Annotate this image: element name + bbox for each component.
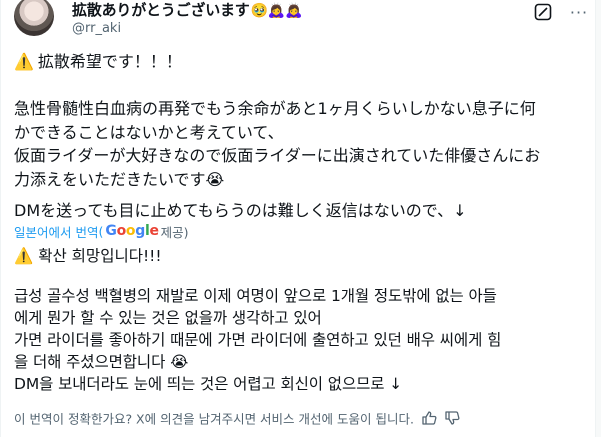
thumbs-up-icon <box>422 411 437 425</box>
feedback-bad-button[interactable] <box>445 411 460 429</box>
feedback-good-button[interactable] <box>422 411 437 429</box>
translated-line: DM을 보내더라도 눈에 띄는 것은 어렵고 회신이 없으므로 ↓ <box>14 375 403 393</box>
more-button[interactable]: ··· <box>567 2 591 22</box>
tweet-body-line: かできることはないかと考えていて、 <box>14 122 284 142</box>
thumbs-down-icon <box>445 411 460 425</box>
translated-body: 급성 골수성 백혈병의 재발로 이제 여명이 앞으로 1개월 정도밖에 없는 아… <box>14 285 592 395</box>
column-border-left <box>0 0 1 437</box>
scrollbar[interactable] <box>596 0 601 437</box>
avatar[interactable] <box>14 0 54 36</box>
translated-line: 급성 골수성 백혈병의 재발로 이제 여명이 앞으로 1개월 정도밖에 없는 아… <box>14 287 497 305</box>
tweet-body: 急性骨髄性白血病の再発でもう余命があと1ヶ月くらいしかない息子に何 かできること… <box>14 97 592 191</box>
tweet-header: 拡散ありがとうございます🥹🙇‍♀️🙇‍♀️ @rr_aki ··· <box>14 0 594 40</box>
translation-attribution: 일본어에서 번역( Google 제공) <box>14 222 189 241</box>
translated-line: 에게 뭔가 할 수 있는 것은 없을까 생각하고 있어 <box>14 309 322 327</box>
more-icon: ··· <box>569 2 589 22</box>
tweet-body-line: 急性骨髄性白血病の再発でもう余命があと1ヶ月くらいしかない息子に何 <box>14 99 536 118</box>
translation-feedback: 이 번역이 정확한가요? X에 의견을 남겨주시면 서비스 개선에 도움이 됩니… <box>14 411 460 429</box>
tweet-dm-line: DMを送っても目に止めてもらうのは難しく返信はないので、↓ <box>14 201 467 220</box>
tweet-body-line: 仮面ライダーが大好きなので仮面ライダーに出演されていた俳優さんにお <box>14 146 541 165</box>
translated-line: 을 더해 주셨으면합니다 😭 <box>14 353 189 371</box>
google-logo: Google <box>105 223 159 239</box>
translated-heading: ⚠️ 확산 희망입니다!!! <box>14 247 162 265</box>
name-emojis: 🥹🙇‍♀️🙇‍♀️ <box>250 3 303 19</box>
tweet-heading: ⚠️ 拡散希望です！！！ <box>14 52 182 71</box>
author-display-name[interactable]: 拡散ありがとうございます🥹🙇‍♀️🙇‍♀️ <box>72 0 303 21</box>
translated-from-link[interactable]: 일본어에서 번역 <box>14 222 98 241</box>
translated-line: 가면 라이더를 좋아하기 때문에 가면 라이더에 출연하고 있던 배우 씨에게 … <box>14 331 502 349</box>
grok-icon <box>534 3 552 21</box>
feedback-text: 이 번역이 정확한가요? X에 의견을 남겨주시면 서비스 개선에 도움이 됩니… <box>14 411 414 427</box>
grok-button[interactable] <box>533 2 553 22</box>
tweet-body-line: 力添えをいただきたいです😭 <box>14 169 225 189</box>
author-handle[interactable]: @rr_aki <box>72 20 121 38</box>
translation-provider-suffix: 제공) <box>160 224 189 240</box>
warning-icon: ⚠️ <box>14 52 34 71</box>
